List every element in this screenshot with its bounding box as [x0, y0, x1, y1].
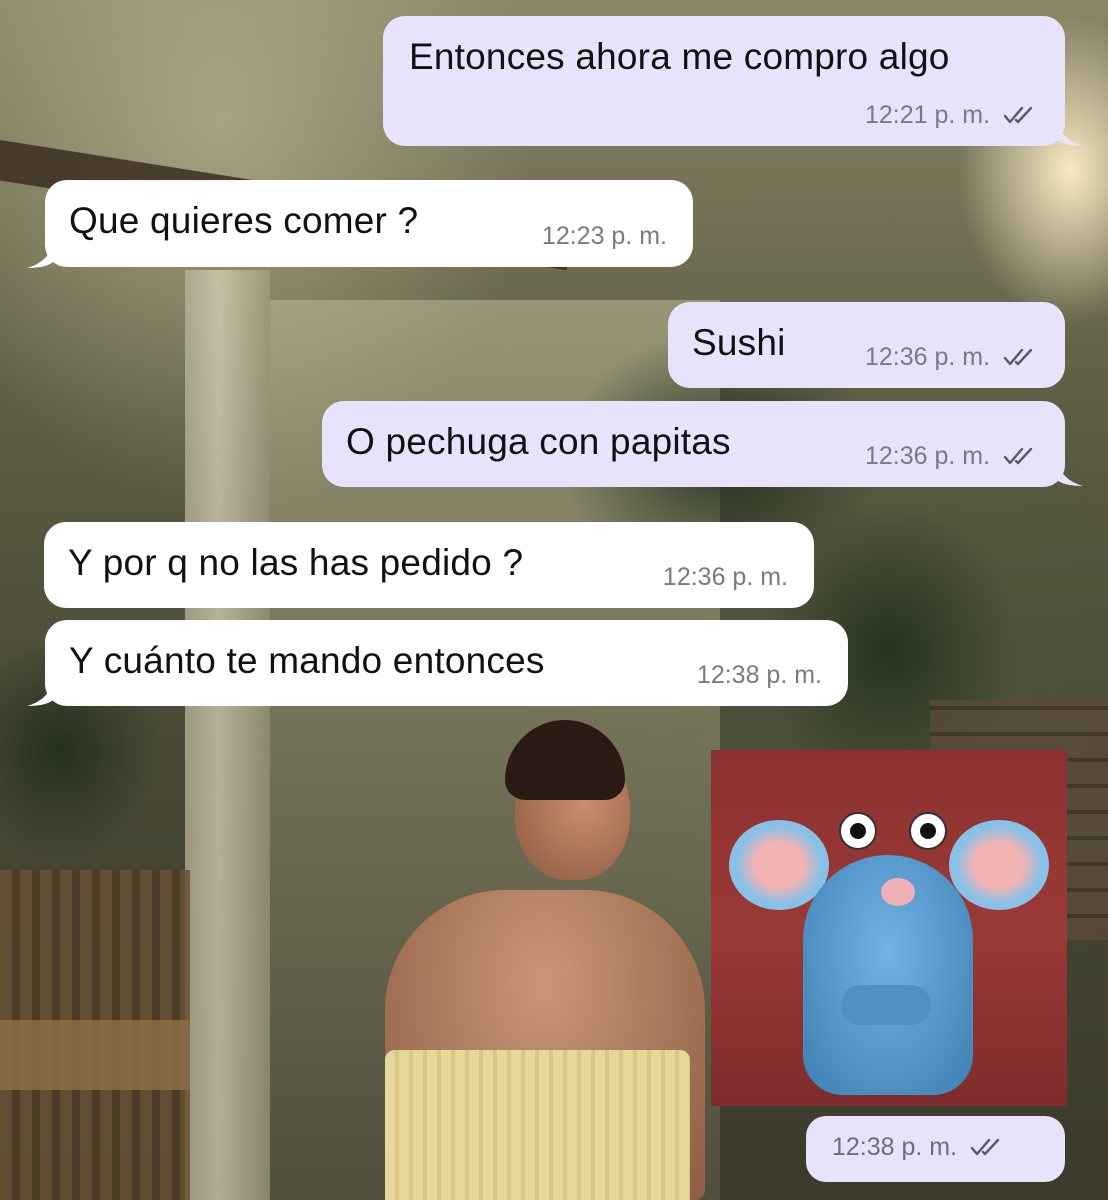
- wallpaper-person: [385, 720, 715, 1200]
- bubble-tail: [1055, 118, 1083, 146]
- double-check-icon: [1003, 106, 1033, 124]
- double-check-icon: [970, 1138, 1000, 1156]
- sticker-rat-ear: [949, 820, 1049, 910]
- bubble-tail: [27, 240, 55, 268]
- message-bubble-incoming[interactable]: Y cuánto te mando entonces 12:38 p. m.: [45, 620, 848, 706]
- message-meta: 12:21 p. m.: [865, 101, 1039, 130]
- message-time: 12:36 p. m.: [662, 563, 788, 591]
- double-check-icon: [1003, 348, 1033, 366]
- chat-screen: Entonces ahora me compro algo 12:21 p. m…: [0, 0, 1108, 1200]
- message-bubble-outgoing[interactable]: Sushi 12:36 p. m.: [668, 302, 1065, 388]
- message-bubble-incoming[interactable]: Y por q no las has pedido ? 12:36 p. m.: [44, 522, 814, 608]
- double-check-icon: [1003, 447, 1033, 465]
- bubble-tail: [1055, 458, 1083, 486]
- message-time: 12:36 p. m.: [864, 442, 991, 470]
- blue-rat-sticker[interactable]: [711, 750, 1067, 1106]
- message-text: Y cuánto te mando entonces: [69, 640, 545, 681]
- sticker-rat-eye: [909, 812, 947, 850]
- message-time: 12:38 p. m.: [696, 661, 822, 689]
- bubble-tail: [27, 678, 55, 706]
- message-time: 12:36 p. m.: [864, 343, 991, 371]
- message-meta: 12:38 p. m.: [832, 1133, 1006, 1162]
- message-bubble-outgoing[interactable]: O pechuga con papitas 12:36 p. m.: [322, 401, 1065, 487]
- message-bubble-incoming[interactable]: Que quieres comer ? 12:23 p. m.: [45, 180, 693, 267]
- sticker-time-pill: 12:38 p. m.: [806, 1116, 1065, 1182]
- sticker-rat-nose: [881, 878, 915, 906]
- message-text: Y por q no las has pedido ?: [68, 542, 524, 583]
- message-time: 12:21 p. m.: [864, 101, 991, 129]
- message-text: Sushi: [692, 322, 786, 363]
- message-bubble-outgoing[interactable]: Entonces ahora me compro algo 12:21 p. m…: [383, 16, 1065, 146]
- wallpaper-table: [0, 1020, 190, 1090]
- wallpaper-pillar: [185, 270, 270, 1200]
- message-meta: 12:36 p. m.: [865, 442, 1039, 471]
- sticker-rat-hands: [841, 985, 931, 1025]
- message-time: 12:38 p. m.: [832, 1133, 958, 1161]
- sticker-rat-eye: [839, 812, 877, 850]
- message-text: Que quieres comer ?: [69, 200, 419, 241]
- message-text: O pechuga con papitas: [346, 421, 731, 462]
- message-meta: 12:36 p. m.: [865, 343, 1039, 372]
- message-time: 12:23 p. m.: [541, 222, 667, 250]
- message-text: Entonces ahora me compro algo: [409, 36, 950, 77]
